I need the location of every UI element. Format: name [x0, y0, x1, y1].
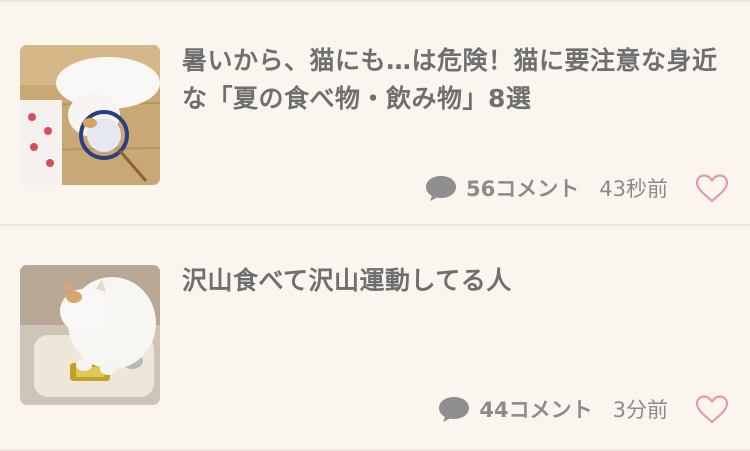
speech-bubble-icon: [426, 176, 457, 201]
comment-count[interactable]: 44コメント: [479, 394, 592, 424]
speech-bubble-icon: [439, 397, 470, 422]
article-feed: 暑いから、猫にも…は危険！猫に要注意な身近な「夏の食べ物・飲み物」8選 56コメ…: [0, 0, 750, 451]
article-thumbnail[interactable]: [20, 265, 160, 405]
heart-outline-icon[interactable]: [694, 172, 730, 204]
post-time: 3分前: [612, 398, 668, 422]
article-meta: 44コメント 3分前: [437, 389, 730, 429]
heart-outline-icon[interactable]: [694, 393, 730, 425]
article-meta: 56コメント 43秒前: [424, 168, 730, 208]
article-thumbnail[interactable]: [20, 45, 160, 185]
article-title[interactable]: 沢山食べて沢山運動してる人: [182, 262, 730, 300]
article-item[interactable]: 暑いから、猫にも…は危険！猫に要注意な身近な「夏の食べ物・飲み物」8選 56コメ…: [0, 2, 750, 224]
post-time: 43秒前: [599, 177, 668, 201]
article-title[interactable]: 暑いから、猫にも…は危険！猫に要注意な身近な「夏の食べ物・飲み物」8選: [182, 42, 730, 118]
article-item[interactable]: 沢山食べて沢山運動してる人 44コメント 3分前: [0, 226, 750, 448]
comment-count[interactable]: 56コメント: [466, 173, 579, 203]
